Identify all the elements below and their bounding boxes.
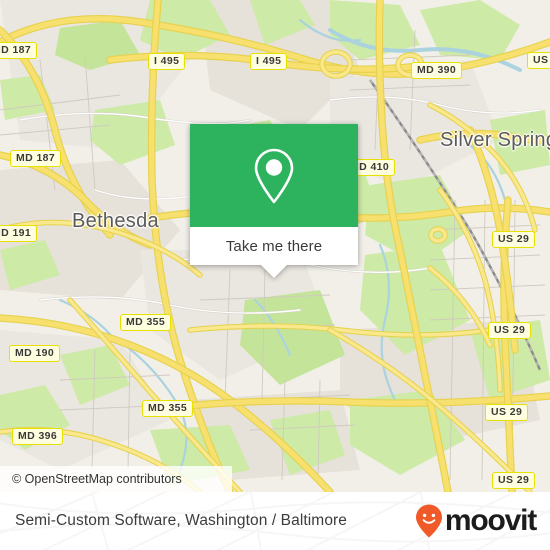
attribution-text: © OpenStreetMap contributors [12,472,182,486]
location-title: Semi-Custom Software, Washington / Balti… [15,512,348,529]
road-shield: MD 191 [0,225,38,242]
map-attribution[interactable]: © OpenStreetMap contributors [0,466,232,492]
road-shield: MD 396 [12,428,64,445]
city-label-silver-spring: Silver Spring [440,129,550,151]
road-shield: MD 390 [411,62,463,79]
take-me-there-label: Take me there [225,237,323,255]
moovit-logo[interactable]: moovit [414,503,537,539]
moovit-wordmark: moovit [444,504,537,537]
bottom-info-bar: Semi-Custom Software, Washington / Balti… [0,492,550,550]
road-shield: I 495 [250,53,288,70]
callout-footer[interactable]: Take me there [190,227,358,265]
road-shield: US 29 [488,322,532,339]
map-viewport[interactable]: .park { fill:#cdeaa6; } .parkd { fill:#c… [0,0,550,492]
road-shield: MD 355 [142,400,194,417]
road-shield: MD 190 [9,345,61,362]
map-pin-icon [254,148,294,203]
callout-pointer [261,265,287,278]
road-shield: US 29 [485,404,529,421]
moovit-smiley-pin-icon [415,504,442,538]
road-shield: US 29 [492,472,536,489]
city-label-bethesda: Bethesda [72,210,159,232]
road-shield: MD 187 [10,150,62,167]
road-shield: MD 187 [0,42,38,59]
callout-header [190,124,358,227]
map-screenshot: .park { fill:#cdeaa6; } .parkd { fill:#c… [0,0,550,550]
location-callout-card[interactable]: Take me there [190,124,358,278]
road-shield: US 29 [492,231,536,248]
road-shield: US [527,52,550,69]
road-shield: MD 355 [120,314,172,331]
road-shield: I 495 [148,53,186,70]
